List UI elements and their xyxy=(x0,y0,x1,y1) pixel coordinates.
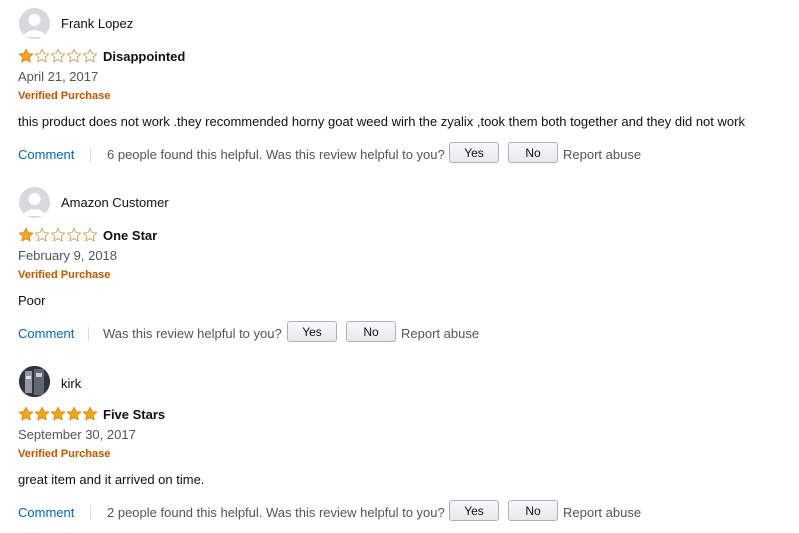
review-body: this product does not work .they recomme… xyxy=(18,114,745,129)
star-filled-icon xyxy=(18,48,34,64)
star-empty-icon xyxy=(50,48,66,64)
star-empty-icon xyxy=(66,227,82,243)
yes-button[interactable]: Yes xyxy=(449,500,499,521)
review-body: great item and it arrived on time. xyxy=(18,472,205,487)
helpful-text: 6 people found this helpful. Was this re… xyxy=(107,147,445,162)
default-avatar-icon[interactable] xyxy=(19,187,50,218)
verified-purchase-badge: Verified Purchase xyxy=(18,90,111,102)
no-button[interactable]: No xyxy=(508,142,558,163)
star-filled-icon xyxy=(18,406,34,422)
star-empty-icon xyxy=(34,48,50,64)
photo-avatar-icon[interactable] xyxy=(19,366,50,397)
reviewer-name[interactable]: Frank Lopez xyxy=(61,16,133,31)
star-empty-icon xyxy=(82,227,98,243)
reviewer-name[interactable]: kirk xyxy=(61,376,81,391)
divider xyxy=(88,327,89,341)
reviewer-name[interactable]: Amazon Customer xyxy=(61,195,169,210)
review-body: Poor xyxy=(18,293,46,308)
report-abuse-link[interactable]: Report abuse xyxy=(563,147,641,162)
divider xyxy=(90,148,91,162)
comment-link[interactable]: Comment xyxy=(18,326,74,341)
no-button[interactable]: No xyxy=(346,321,396,342)
helpful-text: 2 people found this helpful. Was this re… xyxy=(107,505,445,520)
star-empty-icon xyxy=(34,227,50,243)
star-filled-icon xyxy=(18,227,34,243)
review-date: April 21, 2017 xyxy=(18,69,99,84)
verified-purchase-badge: Verified Purchase xyxy=(18,448,111,460)
review-date: September 30, 2017 xyxy=(18,427,136,442)
helpful-text: Was this review helpful to you? xyxy=(103,326,282,341)
verified-purchase-badge: Verified Purchase xyxy=(18,269,111,281)
yes-button[interactable]: Yes xyxy=(449,142,499,163)
star-empty-icon xyxy=(50,227,66,243)
star-filled-icon xyxy=(82,406,98,422)
star-rating[interactable] xyxy=(18,227,98,243)
star-filled-icon xyxy=(50,406,66,422)
star-filled-icon xyxy=(66,406,82,422)
default-avatar-icon[interactable] xyxy=(19,8,50,39)
divider xyxy=(90,506,91,520)
comment-link[interactable]: Comment xyxy=(18,147,74,162)
star-filled-icon xyxy=(34,406,50,422)
star-rating[interactable] xyxy=(18,48,98,64)
star-empty-icon xyxy=(66,48,82,64)
no-button[interactable]: No xyxy=(508,500,558,521)
review-title[interactable]: Disappointed xyxy=(103,49,185,64)
review-title[interactable]: Five Stars xyxy=(103,407,165,422)
review-date: February 9, 2018 xyxy=(18,248,118,263)
report-abuse-link[interactable]: Report abuse xyxy=(563,505,641,520)
comment-link[interactable]: Comment xyxy=(18,505,74,520)
review-title[interactable]: One Star xyxy=(103,228,157,243)
report-abuse-link[interactable]: Report abuse xyxy=(401,326,479,341)
star-rating[interactable] xyxy=(18,406,98,422)
yes-button[interactable]: Yes xyxy=(287,321,337,342)
star-empty-icon xyxy=(82,48,98,64)
